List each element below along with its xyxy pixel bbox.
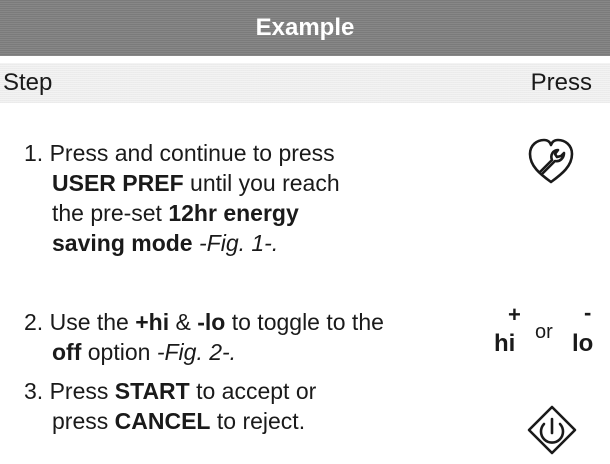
example-header: Example — [0, 0, 610, 56]
press-column-label: Press — [530, 69, 592, 96]
step-2-line-1: 2. Use the +hi & -lo to toggle to the — [24, 307, 444, 337]
step-3-number: 3. — [24, 378, 44, 404]
step-3-text-4: to reject. — [210, 408, 306, 434]
step-1-line-2: USER PREF until you reach — [24, 168, 444, 198]
fig-2-ref: -Fig. 2-. — [156, 339, 237, 365]
plus-hi-label: +hi — [135, 309, 170, 335]
step-1-line-3: the pre-set 12hr energy — [24, 198, 444, 228]
fig-1-ref: -Fig. 1-. — [192, 230, 279, 256]
cancel-label: CANCEL — [114, 408, 211, 434]
step-2-text-4: option — [81, 339, 157, 365]
step-3: 3. Press START to accept or press CANCEL… — [24, 376, 444, 436]
step-1-line-1: 1. Press and continue to press — [24, 138, 444, 168]
step-3-line-1: 3. Press START to accept or — [24, 376, 444, 406]
step-3-text-3: press — [52, 408, 115, 434]
step-1-text-2: until you reach — [183, 170, 340, 196]
header-title: Example — [255, 14, 355, 41]
step-1-text-3: the pre-set — [52, 200, 169, 226]
step-3-text-1: Press — [43, 378, 115, 404]
minus-symbol: - — [584, 300, 592, 325]
step-1-text: Press and continue to press — [49, 140, 335, 166]
step-3-line-2: press CANCEL to reject. — [24, 406, 444, 436]
hi-lo-buttons: + - hi or lo — [492, 300, 602, 364]
step-3-text-2: to accept or — [189, 378, 317, 404]
or-label: or — [535, 321, 553, 343]
step-1-line-4: saving mode -Fig. 1-. — [24, 228, 444, 258]
step-2-text-2: & — [169, 309, 198, 335]
lo-label: lo — [572, 330, 594, 357]
step-2-number: 2. — [24, 309, 44, 335]
start-label: START — [114, 378, 190, 404]
hi-label: hi — [494, 330, 516, 357]
off-label: off — [52, 339, 82, 365]
step-2-line-2: off option -Fig. 2-. — [24, 337, 444, 367]
start-icon — [527, 405, 577, 455]
step-column-label: Step — [3, 69, 53, 96]
wrench-icon — [528, 138, 574, 184]
energy-mode-label: 12hr energy — [168, 200, 299, 226]
user-pref-label: USER PREF — [52, 170, 184, 196]
step-2: 2. Use the +hi & -lo to toggle to the of… — [24, 307, 444, 367]
step-2-text-1: Use the — [43, 309, 136, 335]
minus-lo-label: -lo — [197, 309, 226, 335]
column-header-bar: Step Press — [0, 63, 610, 103]
step-1: 1. Press and continue to press USER PREF… — [24, 138, 444, 258]
step-1-number: 1. — [24, 140, 44, 166]
plus-symbol: + — [508, 302, 521, 327]
step-2-text-3: to toggle to the — [225, 309, 384, 335]
saving-mode-label: saving mode — [52, 230, 193, 256]
